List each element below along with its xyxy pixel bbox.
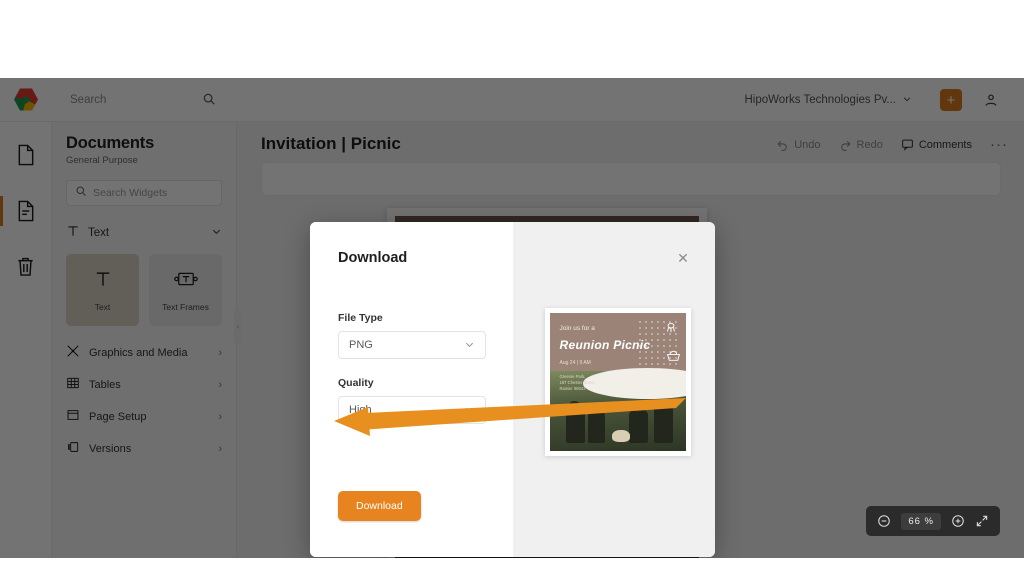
graphics-icon — [66, 344, 80, 363]
minus-circle-icon — [878, 515, 891, 527]
user-icon — [985, 94, 997, 106]
blank-page-icon — [18, 144, 33, 166]
top-bar: Search HipoWorks Technologies Pv... + — [0, 78, 1024, 122]
download-button[interactable]: Download — [338, 491, 421, 521]
chevron-right-icon: › — [218, 347, 222, 359]
page-title: Documents — [66, 134, 155, 152]
comment-icon — [901, 139, 913, 151]
preview-line2: Reunion Picnic — [559, 337, 651, 352]
comments-button[interactable]: Comments — [901, 138, 972, 151]
plus-circle-icon — [952, 515, 964, 527]
format-toolbar[interactable] — [261, 162, 1001, 196]
undo-button[interactable]: Undo — [776, 138, 821, 151]
undo-label: Undo — [794, 138, 821, 151]
dialog-title: Download — [338, 250, 408, 266]
widget-tile-text[interactable]: Text — [66, 254, 139, 326]
widget-tile-label: Text Frames — [162, 301, 209, 312]
text-tool-icon — [66, 224, 80, 243]
quality-label: Quality — [338, 377, 374, 389]
chevron-right-icon: › — [218, 379, 222, 391]
sidebar-item-trash[interactable] — [0, 250, 52, 284]
chevron-down-icon — [902, 94, 912, 107]
widgets-sidebar: Documents General Purpose Search Widgets… — [52, 122, 237, 558]
widget-tiles: Text Text Frames — [66, 254, 222, 326]
sidebar-item-page-setup[interactable]: Page Setup › — [66, 402, 222, 432]
search-icon — [75, 184, 87, 202]
search-widgets-input[interactable]: Search Widgets — [66, 180, 222, 206]
avatar[interactable] — [980, 89, 1002, 111]
logo-container[interactable] — [0, 88, 52, 112]
nav-label: Tables — [89, 379, 121, 391]
page-subtitle: General Purpose — [66, 155, 138, 166]
chevron-right-icon: › — [218, 443, 222, 455]
sidebar-item-tables[interactable]: Tables › — [66, 370, 222, 400]
fullscreen-button[interactable] — [975, 514, 989, 528]
search-icon[interactable] — [202, 92, 216, 111]
more-options-button[interactable]: ··· — [990, 136, 1008, 153]
sidebar-item-blank-page[interactable] — [0, 138, 52, 172]
section-label: Text — [88, 227, 110, 239]
trash-icon — [18, 257, 33, 276]
preview-line1: Join us for a — [559, 325, 595, 333]
preview-basket-icon — [666, 349, 681, 367]
chevron-down-icon[interactable] — [211, 224, 222, 242]
file-type-select[interactable]: PNG — [338, 331, 486, 359]
redo-icon — [840, 140, 851, 151]
widget-tile-label: Text — [94, 301, 111, 312]
preview-balloon-icon — [664, 321, 678, 340]
hipoworks-logo — [14, 88, 38, 111]
zoom-in-button[interactable] — [951, 514, 965, 528]
expand-icon — [976, 515, 988, 527]
nav-label: Versions — [89, 443, 132, 455]
redo-button[interactable]: Redo — [839, 138, 883, 151]
org-switcher[interactable]: HipoWorks Technologies Pv... — [745, 78, 913, 122]
text-icon — [93, 269, 113, 294]
redo-label: Redo — [856, 138, 883, 151]
nav-label: Page Setup — [89, 411, 147, 423]
nav-label: Graphics and Media — [89, 347, 188, 359]
undo-icon — [777, 140, 787, 151]
document-title[interactable]: Invitation | Picnic — [261, 134, 401, 154]
application-window: Search HipoWorks Technologies Pv... + Do… — [0, 78, 1024, 558]
page-setup-icon — [66, 408, 80, 427]
widget-tile-text-frames[interactable]: Text Frames — [149, 254, 222, 326]
chevron-right-icon: › — [218, 411, 222, 423]
table-icon — [66, 376, 80, 395]
sidebar-item-versions[interactable]: Versions › — [66, 434, 222, 464]
zoom-level-value[interactable]: 66 % — [901, 512, 941, 530]
versions-icon — [66, 440, 80, 459]
close-icon[interactable]: ✕ — [673, 248, 693, 268]
preview-line3: Aug 24 | 9 AM — [559, 359, 591, 366]
section-text[interactable]: Text — [66, 222, 222, 244]
chevron-down-icon — [464, 339, 475, 352]
sidebar-collapse-handle[interactable]: ‹ — [234, 310, 242, 344]
org-name: HipoWorks Technologies Pv... — [744, 94, 897, 106]
comments-label: Comments — [918, 138, 972, 151]
pointer-arrow — [334, 398, 686, 436]
file-type-group: File Type PNG — [338, 312, 486, 359]
sidebar-item-graphics-and-media[interactable]: Graphics and Media › — [66, 338, 222, 368]
zoom-out-button[interactable] — [877, 514, 891, 528]
plus-icon: + — [946, 91, 956, 109]
file-type-label: File Type — [338, 312, 383, 324]
zoom-control: 66 % — [866, 506, 1000, 536]
sidebar-item-documents[interactable] — [0, 194, 52, 228]
add-button[interactable]: + — [940, 89, 962, 111]
document-icon — [18, 200, 33, 222]
document-toolbar: Undo Redo Comments ··· — [776, 136, 1008, 153]
search-widgets-placeholder: Search Widgets — [93, 187, 168, 199]
screenshot-root: Search HipoWorks Technologies Pv... + Do… — [0, 0, 1024, 576]
text-frame-icon — [173, 269, 198, 294]
file-type-value: PNG — [349, 339, 373, 351]
icon-rail — [0, 122, 52, 558]
